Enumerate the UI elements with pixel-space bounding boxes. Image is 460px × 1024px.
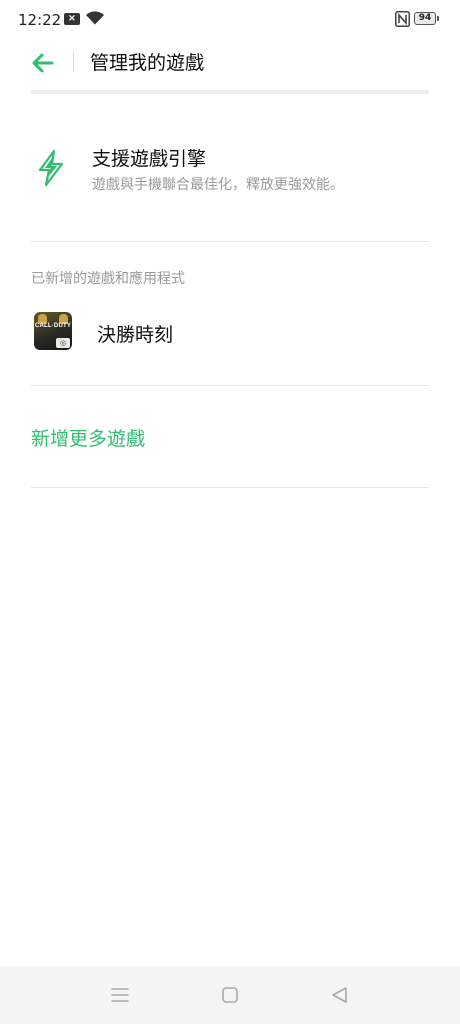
- arrow-left-icon: [32, 53, 54, 73]
- nfc-icon: [395, 11, 410, 31]
- added-games-header: 已新增的遊戲和應用程式: [31, 271, 185, 287]
- game-badge-icon: ◎: [56, 338, 70, 348]
- back-button[interactable]: [28, 48, 62, 78]
- app-bar-divider: [73, 52, 74, 72]
- game-engine-row: 支援遊戲引擎 遊戲與手機聯合最佳化，釋放更強效能。: [0, 130, 460, 210]
- notification-x-icon: ×: [64, 13, 80, 25]
- add-more-games-button[interactable]: 新增更多遊戲: [31, 424, 145, 451]
- bottom-divider: [31, 487, 429, 488]
- wifi-icon: [85, 10, 105, 30]
- home-square-icon[interactable]: [221, 986, 239, 1008]
- game-engine-description: 遊戲與手機聯合最佳化，釋放更強效能。: [92, 177, 344, 193]
- game-engine-title: 支援遊戲引擎: [92, 148, 207, 170]
- section-divider: [31, 241, 429, 242]
- status-time: 12:22: [18, 11, 62, 29]
- header-divider: [31, 90, 429, 94]
- menu-icon[interactable]: [110, 986, 130, 1008]
- navigation-bar: [0, 966, 460, 1024]
- list-divider: [31, 385, 429, 386]
- game-list-item[interactable]: CALL·DUTY ◎ 決勝時刻: [0, 305, 460, 361]
- lightning-bolt-icon: [38, 149, 64, 190]
- game-thumbnail-text: CALL·DUTY: [34, 323, 72, 329]
- status-bar: 12:22 × 94: [0, 0, 460, 40]
- page-title: 管理我的遊戲: [90, 52, 205, 74]
- game-thumbnail: CALL·DUTY ◎: [34, 312, 72, 350]
- app-bar: 管理我的遊戲: [0, 40, 460, 90]
- battery-icon: 94: [414, 12, 439, 25]
- game-name: 決勝時刻: [97, 324, 174, 346]
- back-triangle-icon[interactable]: [330, 985, 350, 1009]
